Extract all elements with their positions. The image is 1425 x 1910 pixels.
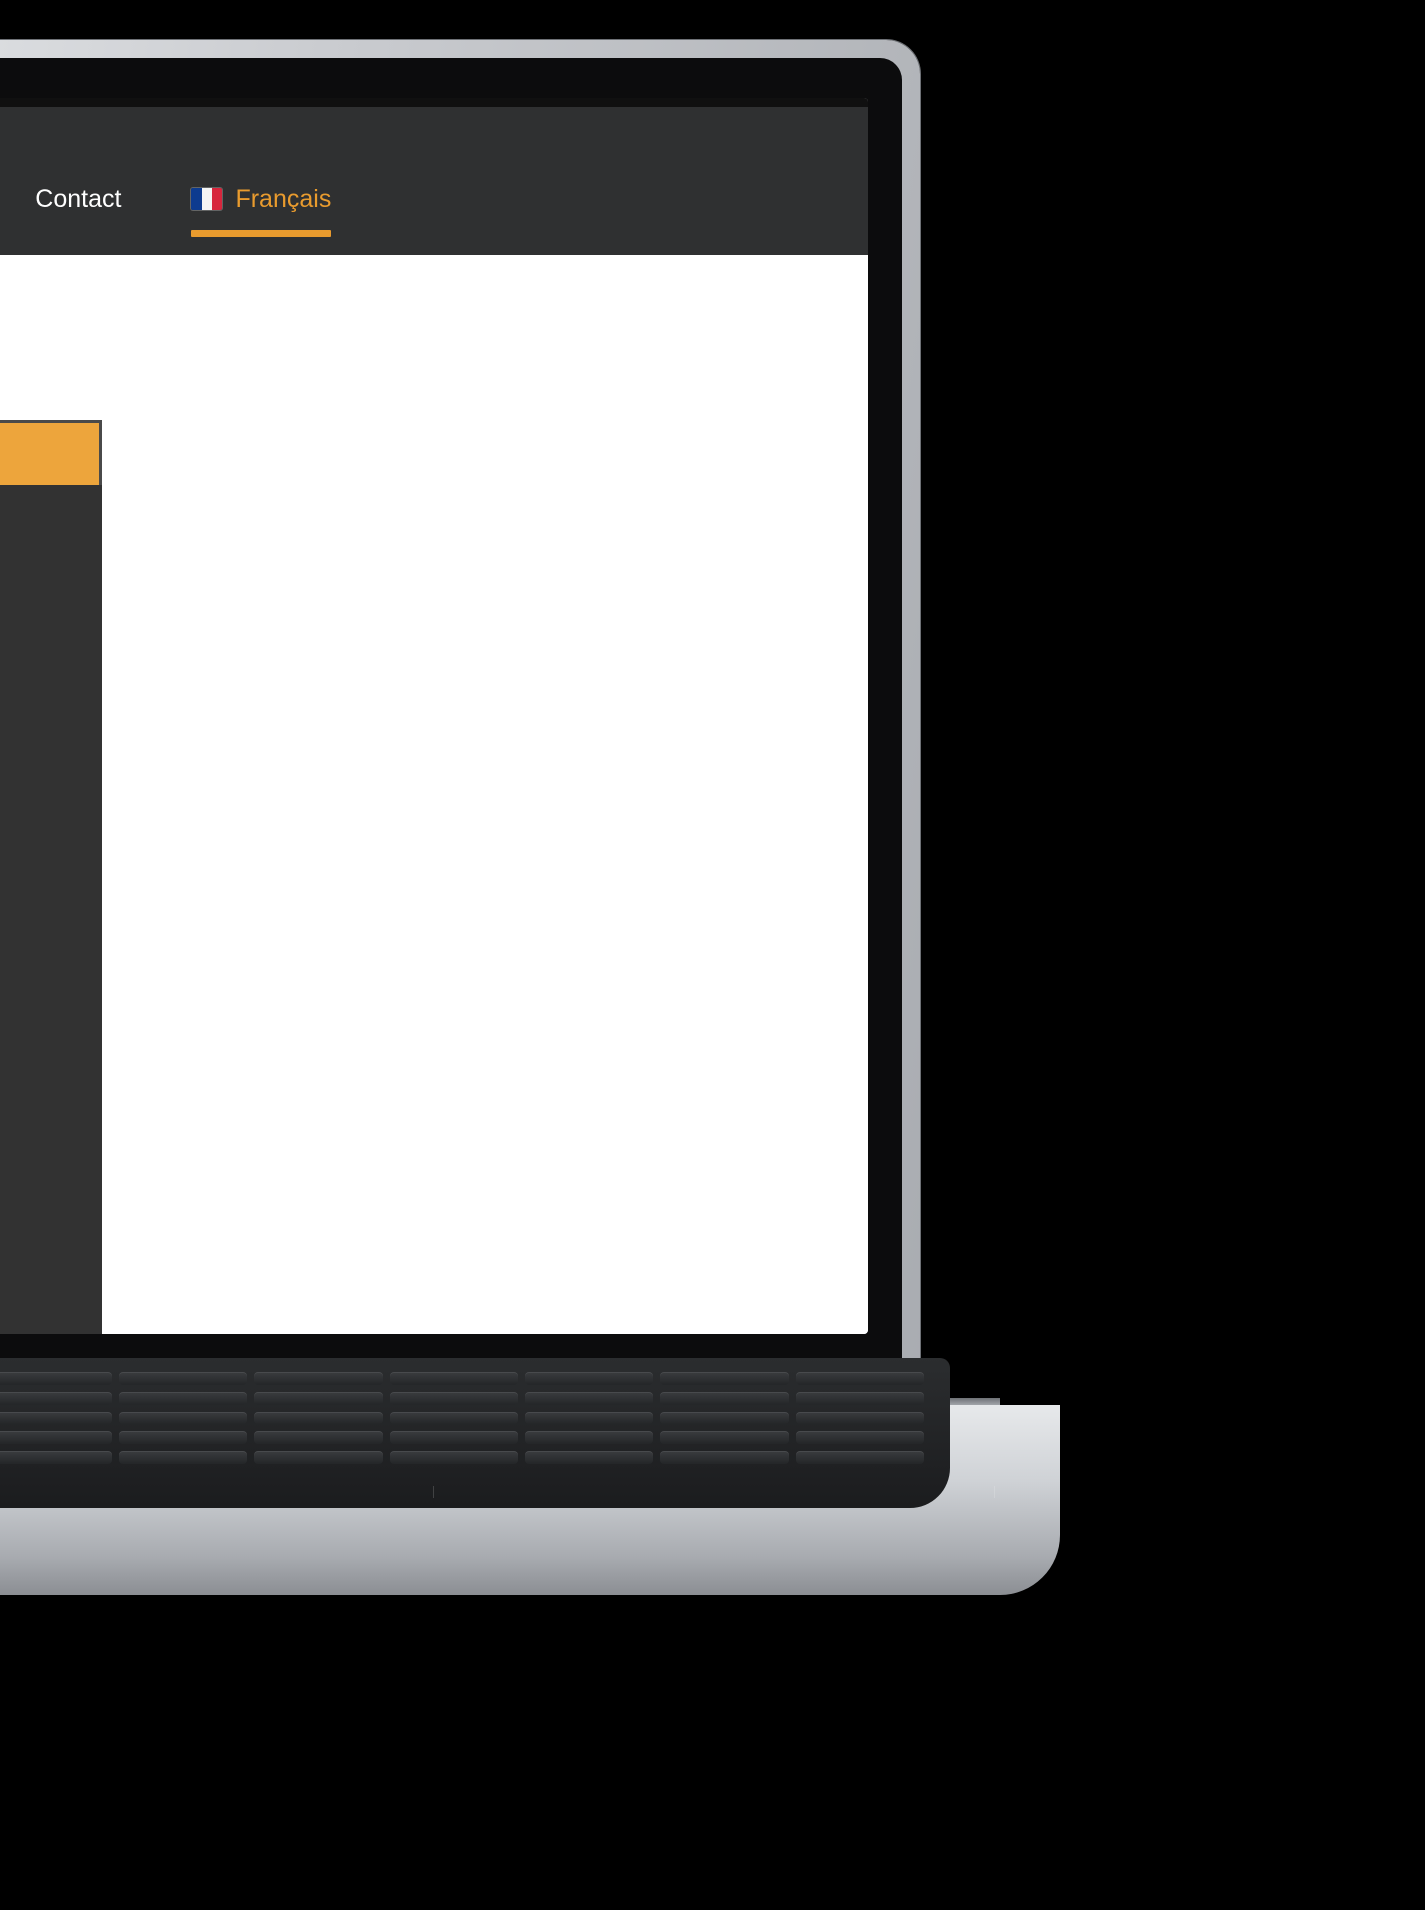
certifications-panel: Nucléaire Marine <box>0 420 102 1334</box>
language-selector[interactable]: Français <box>183 184 339 237</box>
laptop-lid: MacBook Air ...rise Nos nuances Nos <box>0 40 920 1420</box>
certifications-list: ISO9001 Q 01 CERTIFICATION ...ises pour … <box>0 485 102 1334</box>
trackpad[interactable] <box>432 1486 995 1498</box>
certification-title: ISO9001 <box>0 543 34 588</box>
screenshot-stage: MacBook Air ...rise Nos nuances Nos <box>0 0 1425 1910</box>
browser-chrome-strip <box>0 98 868 107</box>
browser-viewport: ...rise Nos nuances Nos réalisations Nos… <box>0 98 868 1334</box>
iso9001-certification-logo: Q 01 CERTIFICATION <box>0 622 34 734</box>
nav-menu: ...rise Nos nuances Nos réalisations Nos… <box>0 143 868 255</box>
nav-item-label: Contact <box>35 184 122 213</box>
screen-bezel: ...rise Nos nuances Nos réalisations Nos… <box>0 98 868 1334</box>
certification-tabs: Nucléaire Marine <box>0 420 102 485</box>
nav-item-contact[interactable]: Contact <box>27 185 129 214</box>
tuv-octagon-logo <box>0 1068 34 1180</box>
page-content: Nucléaire Marine <box>0 255 868 1334</box>
certification-description: ...ises pour l'existence d'un système de… <box>0 766 34 804</box>
france-flag-icon <box>191 188 223 210</box>
site-navbar: ...rise Nos nuances Nos réalisations Nos… <box>0 98 868 255</box>
certification-item-tuv: ...00W0 ...sme de contrôle et de normali… <box>0 989 34 1334</box>
tab-marine[interactable]: Marine <box>0 423 102 485</box>
certification-description: ...sme de contrôle et de normalisation a… <box>0 1212 34 1250</box>
certification-title: ...00W0 <box>0 989 34 1034</box>
certification-item-iso9001: ISO9001 Q 01 CERTIFICATION ...ises pour … <box>0 543 34 923</box>
keyboard-keys <box>0 1372 924 1464</box>
language-label: Français <box>235 184 332 213</box>
active-language-underline <box>191 229 332 237</box>
